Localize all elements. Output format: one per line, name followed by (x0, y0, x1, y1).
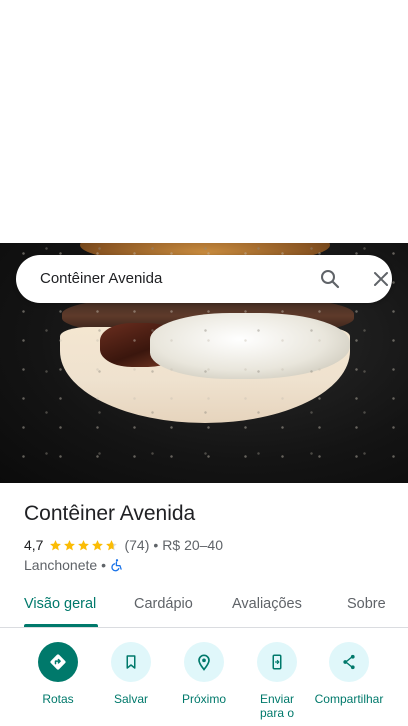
star-icon (50, 539, 62, 550)
nearby-button[interactable]: Próximo (164, 642, 244, 706)
search-input[interactable]: Contêiner Avenida (40, 255, 162, 303)
share-icon[interactable] (329, 642, 369, 682)
share-button[interactable]: Compartilhar (309, 642, 389, 706)
tab-bar: Visão geral Cardápio Avaliações Sobre (0, 588, 408, 628)
close-icon[interactable] (369, 267, 393, 291)
send-to-phone-button[interactable]: Enviar para o (237, 642, 317, 720)
category-row: Lanchonete • (24, 556, 124, 574)
send-to-phone-icon[interactable] (257, 642, 297, 682)
rating-value: 4,7 (24, 537, 44, 553)
wheelchair-icon (111, 559, 122, 572)
nearby-icon[interactable] (184, 642, 224, 682)
active-tab-indicator (24, 624, 98, 627)
star-icon (92, 539, 104, 550)
send-to-phone-label: Enviar para o (259, 692, 295, 720)
directions-button[interactable]: Rotas (18, 642, 98, 706)
bookmark-icon[interactable] (111, 642, 151, 682)
save-label: Salvar (113, 692, 148, 706)
rating-row[interactable]: 4,7 (74) • R$ 20–40 (24, 536, 223, 554)
directions-label: Rotas (42, 692, 74, 706)
category-label: Lanchonete • (24, 557, 106, 573)
star-icon (78, 539, 90, 550)
review-count[interactable]: (74) (124, 537, 149, 553)
rating-stars (49, 539, 119, 552)
share-label: Compartilhar (314, 692, 384, 706)
search-bar[interactable]: Contêiner Avenida (16, 255, 392, 303)
tab-sobre[interactable]: Sobre (347, 596, 386, 612)
price-range: R$ 20–40 (162, 537, 223, 553)
separator-dot: • (153, 537, 159, 553)
place-title: Contêiner Avenida (24, 502, 196, 525)
tab-visao-geral[interactable]: Visão geral (24, 596, 96, 612)
tab-avaliacoes[interactable]: Avaliações (232, 596, 302, 612)
blank-top-area (0, 0, 408, 243)
star-icon (106, 539, 118, 550)
search-icon[interactable] (318, 267, 342, 291)
save-button[interactable]: Salvar (91, 642, 171, 706)
tab-cardapio[interactable]: Cardápio (134, 596, 193, 612)
action-bar: Rotas Salvar Próximo Enviar para o Compa… (0, 640, 408, 726)
star-icon (64, 539, 76, 550)
nearby-label: Próximo (181, 692, 226, 706)
directions-icon[interactable] (38, 642, 78, 682)
